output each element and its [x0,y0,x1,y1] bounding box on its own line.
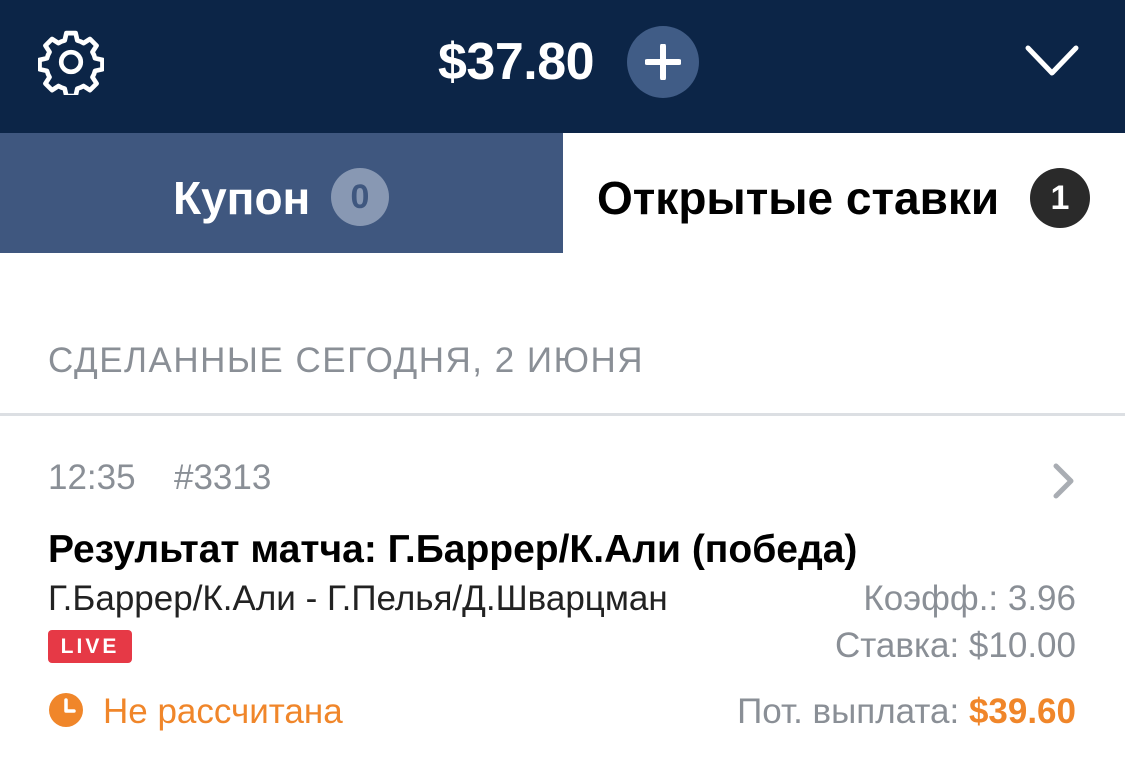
gear-icon[interactable] [38,29,104,95]
tab-open-bets-label[interactable]: Открытые ставки [597,170,999,226]
chevron-down-icon[interactable] [1025,44,1079,78]
chevron-right-icon[interactable] [1051,462,1077,500]
section-date-header: СДЕЛАННЫЕ СЕГОДНЯ, 2 ИЮНЯ [48,341,644,380]
tab-coupon-label[interactable]: Купон [173,170,310,226]
bet-market-title: Результат матча: Г.Баррер/К.Али (победа) [48,528,858,571]
clock-icon [49,693,83,727]
bet-id: #3313 [174,458,272,497]
add-funds-button[interactable] [627,26,699,98]
bet-stake: Ставка: $10.00 [834,626,1076,665]
bet-status: Не рассчитана [103,692,343,731]
potential-payout: Пот. выплата: $39.60 [737,689,1076,735]
divider [0,413,1125,416]
tab-coupon-count-badge: 0 [331,168,389,226]
live-badge: LIVE [48,630,132,663]
plus-icon [645,44,681,80]
top-bar: $37.80 [0,0,1125,133]
tab-open-bets-count-badge: 1 [1030,168,1090,228]
potential-payout-label: Пот. выплата: [737,692,960,731]
bet-time: 12:35 [48,458,136,497]
bet-odds: Коэфф.: 3.96 [863,579,1076,618]
potential-payout-value: $39.60 [968,692,1076,731]
bet-match-name: Г.Баррер/К.Али - Г.Пелья/Д.Шварцман [48,579,668,618]
account-balance: $37.80 [438,33,595,91]
